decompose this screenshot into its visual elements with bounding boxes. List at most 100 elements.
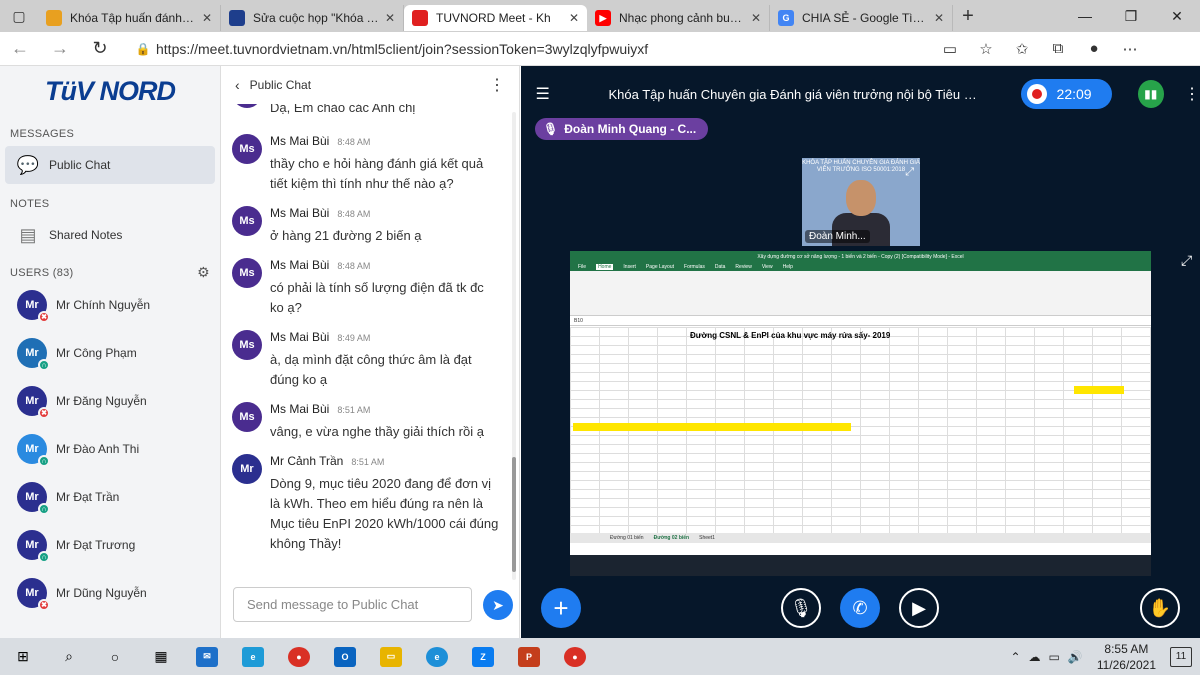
message-text: thầy cho e hỏi hàng đánh giá kết quả tiế… — [270, 156, 484, 191]
chrome-icon[interactable]: ● — [276, 638, 322, 675]
search-icon[interactable]: ⌕ — [46, 638, 92, 675]
users-header: USERS (83) — [10, 266, 74, 279]
new-tab-button[interactable]: + — [953, 5, 983, 28]
record-icon — [1026, 84, 1047, 104]
options-menu-icon[interactable]: ⋮ — [1184, 84, 1200, 104]
tab-close-icon[interactable]: ✕ — [385, 11, 395, 25]
tab-title: Khóa Tập huấn đánh giá v — [70, 11, 196, 25]
avatar: Mr — [232, 454, 262, 484]
tab-close-icon[interactable]: ✕ — [569, 11, 579, 25]
excel-ribbon — [570, 271, 1151, 316]
task-view-icon[interactable]: ▦ — [138, 638, 184, 675]
microphone-icon: 🎙 — [543, 122, 559, 136]
user-list-item[interactable]: Mr ✖ Mr Đăng Nguyễn — [0, 377, 220, 425]
fullscreen-share-icon[interactable]: ⤢ — [1181, 252, 1192, 269]
connection-status-icon[interactable]: ▮▮ — [1137, 80, 1164, 108]
tab-title: Nhạc phong cảnh buổi sá — [619, 11, 745, 25]
browser-tab-3[interactable]: TUVNORD Meet - Kh ✕ — [404, 5, 587, 31]
message-time: 8:49 AM — [337, 333, 371, 343]
minimize-icon[interactable]: — — [1062, 8, 1108, 25]
outlook-icon[interactable]: O — [322, 638, 368, 675]
avatar: Mr ∩ — [17, 338, 50, 371]
excel-cell-ref: B10 — [574, 317, 583, 324]
mail-icon[interactable]: ✉ — [184, 638, 230, 675]
address-bar-row: ← → ↻ 🔒 https://meet.tuvnordvietnam.vn/h… — [0, 32, 1200, 66]
audio-phone-button[interactable]: ✆ — [840, 588, 880, 628]
network-icon[interactable]: ▭ — [1049, 650, 1060, 664]
chat-message: Ms Ms Mai Bùi 8:49 AM à, dạ mình đặt công t… — [221, 328, 511, 390]
clock[interactable]: 8:55 AM 11/26/2021 — [1097, 641, 1156, 673]
tab-close-icon[interactable]: ✕ — [751, 11, 761, 25]
back-icon[interactable]: ← — [0, 38, 40, 59]
recording-timer: 22:09 — [1056, 86, 1092, 102]
message-time: 8:51 AM — [337, 405, 371, 415]
user-name: Mr Chính Nguyễn — [56, 298, 151, 312]
camera-permission-icon[interactable]: ▭ — [938, 40, 962, 58]
chevron-left-icon[interactable]: ‹ — [235, 77, 240, 93]
tab-actions-icon[interactable]: ▢ — [0, 0, 38, 32]
chat-scrollbar[interactable] — [512, 112, 516, 580]
chevron-up-icon[interactable]: ⌃ — [1010, 650, 1020, 664]
mute-microphone-button[interactable]: 🎙 — [781, 588, 821, 628]
browser-tab-1[interactable]: Khóa Tập huấn đánh giá v ✕ — [38, 5, 221, 31]
collections-icon[interactable]: ⧉ — [1046, 40, 1070, 58]
webcam-video[interactable]: KHÓA TẬP HUẤN CHUYÊN GIA ĐÁNH GIÁ VIÊN T… — [802, 158, 920, 246]
shared-notes-item[interactable]: ▤ Shared Notes — [5, 216, 215, 254]
excel-menu-item: Help — [782, 263, 793, 270]
tab-close-icon[interactable]: ✕ — [202, 11, 212, 25]
browser-tab-4[interactable]: ▶ Nhạc phong cảnh buổi sá ✕ — [587, 5, 770, 31]
restore-icon[interactable]: ❐ — [1108, 8, 1154, 25]
user-list-item[interactable]: Mr ∩ Mr Đạt Trần — [0, 473, 220, 521]
more-options-icon[interactable]: ⋮ — [489, 75, 505, 95]
browser-tab-5[interactable]: G CHIA SẺ - Google Tìm kiế ✕ — [770, 5, 953, 31]
public-chat-item[interactable]: 💬 Public Chat — [5, 146, 215, 184]
chat-input[interactable]: Send message to Public Chat — [233, 587, 472, 622]
windows-start-icon[interactable]: ⊞ — [0, 638, 46, 675]
user-list-toggle-icon[interactable]: ☰ — [521, 84, 564, 104]
cloud-icon[interactable]: ☁ — [1029, 650, 1041, 664]
tab-favicon-icon — [229, 10, 245, 26]
avatar: Mr ∩ — [17, 482, 50, 515]
user-list-item[interactable]: Mr ✖ Mr Chính Nguyễn — [0, 281, 220, 329]
message-text: có phải là tính số lượng điện đã tk đc k… — [270, 280, 484, 315]
volume-icon[interactable]: 🔊 — [1068, 650, 1083, 664]
powerpoint-icon[interactable]: P — [506, 638, 552, 675]
more-icon[interactable]: ⋯ — [1118, 40, 1142, 58]
refresh-icon[interactable]: ↻ — [80, 38, 120, 59]
recording-indicator[interactable]: 22:09 — [1020, 79, 1112, 109]
send-icon[interactable]: ➤ — [483, 590, 513, 620]
fullscreen-icon[interactable]: ⤢ — [905, 166, 914, 179]
message-text: vâng, e vừa nghe thầy giải thích rồi ạ — [270, 424, 484, 439]
favorites-icon[interactable]: ✩ — [1010, 40, 1034, 58]
tab-close-icon[interactable]: ✕ — [934, 11, 944, 25]
user-list-item[interactable]: Mr ∩ Mr Công Phạm — [0, 329, 220, 377]
forward-icon[interactable]: → — [40, 38, 80, 59]
raise-hand-button[interactable]: ✋ — [1140, 588, 1180, 628]
url-field[interactable]: 🔒 https://meet.tuvnordvietnam.vn/html5cl… — [130, 36, 920, 62]
browser-tab-2[interactable]: Sửa cuộc họp "Khóa Tập h ✕ — [221, 5, 404, 31]
actions-plus-button[interactable]: + — [541, 588, 581, 628]
user-list-item[interactable]: Mr ✖ Mr Dũng Nguyễn — [0, 569, 220, 617]
chrome-profile-icon[interactable]: ● — [552, 638, 598, 675]
zalo-icon[interactable]: Z — [460, 638, 506, 675]
excel-menu-item: Page Layout — [645, 263, 675, 270]
user-list-item[interactable]: Mr ∩ Mr Đào Anh Thi — [0, 425, 220, 473]
avatar: Mr ✖ — [17, 290, 50, 323]
close-window-icon[interactable]: ✕ — [1154, 8, 1200, 25]
camera-off-button[interactable]: ▶ — [899, 588, 939, 628]
settings-gear-icon[interactable]: ⚙ — [197, 264, 210, 281]
user-list-item[interactable]: Mr ∩ Mr Đạt Trương — [0, 521, 220, 569]
file-explorer-icon[interactable]: ▭ — [368, 638, 414, 675]
cortana-icon[interactable]: ○ — [92, 638, 138, 675]
edge-icon[interactable]: e — [414, 638, 460, 675]
notification-icon[interactable]: 11 — [1170, 646, 1192, 667]
user-name: Mr Đào Anh Thi — [56, 442, 140, 456]
ie-icon[interactable]: e — [230, 638, 276, 675]
user-status-icon: ✖ — [38, 407, 50, 419]
favorite-star-icon[interactable]: ☆ — [974, 40, 998, 58]
profile-icon[interactable]: ● — [1082, 40, 1106, 58]
excel-menu-item: Review — [735, 263, 752, 270]
browser-tab-bar: ▢ Khóa Tập huấn đánh giá v✕Sửa cuộc họp … — [0, 0, 1200, 32]
chat-panel: ‹ Public Chat ⋮ Dạ, Em chào các Anh chị … — [221, 66, 520, 638]
user-name: Mr Đạt Trần — [56, 490, 120, 504]
